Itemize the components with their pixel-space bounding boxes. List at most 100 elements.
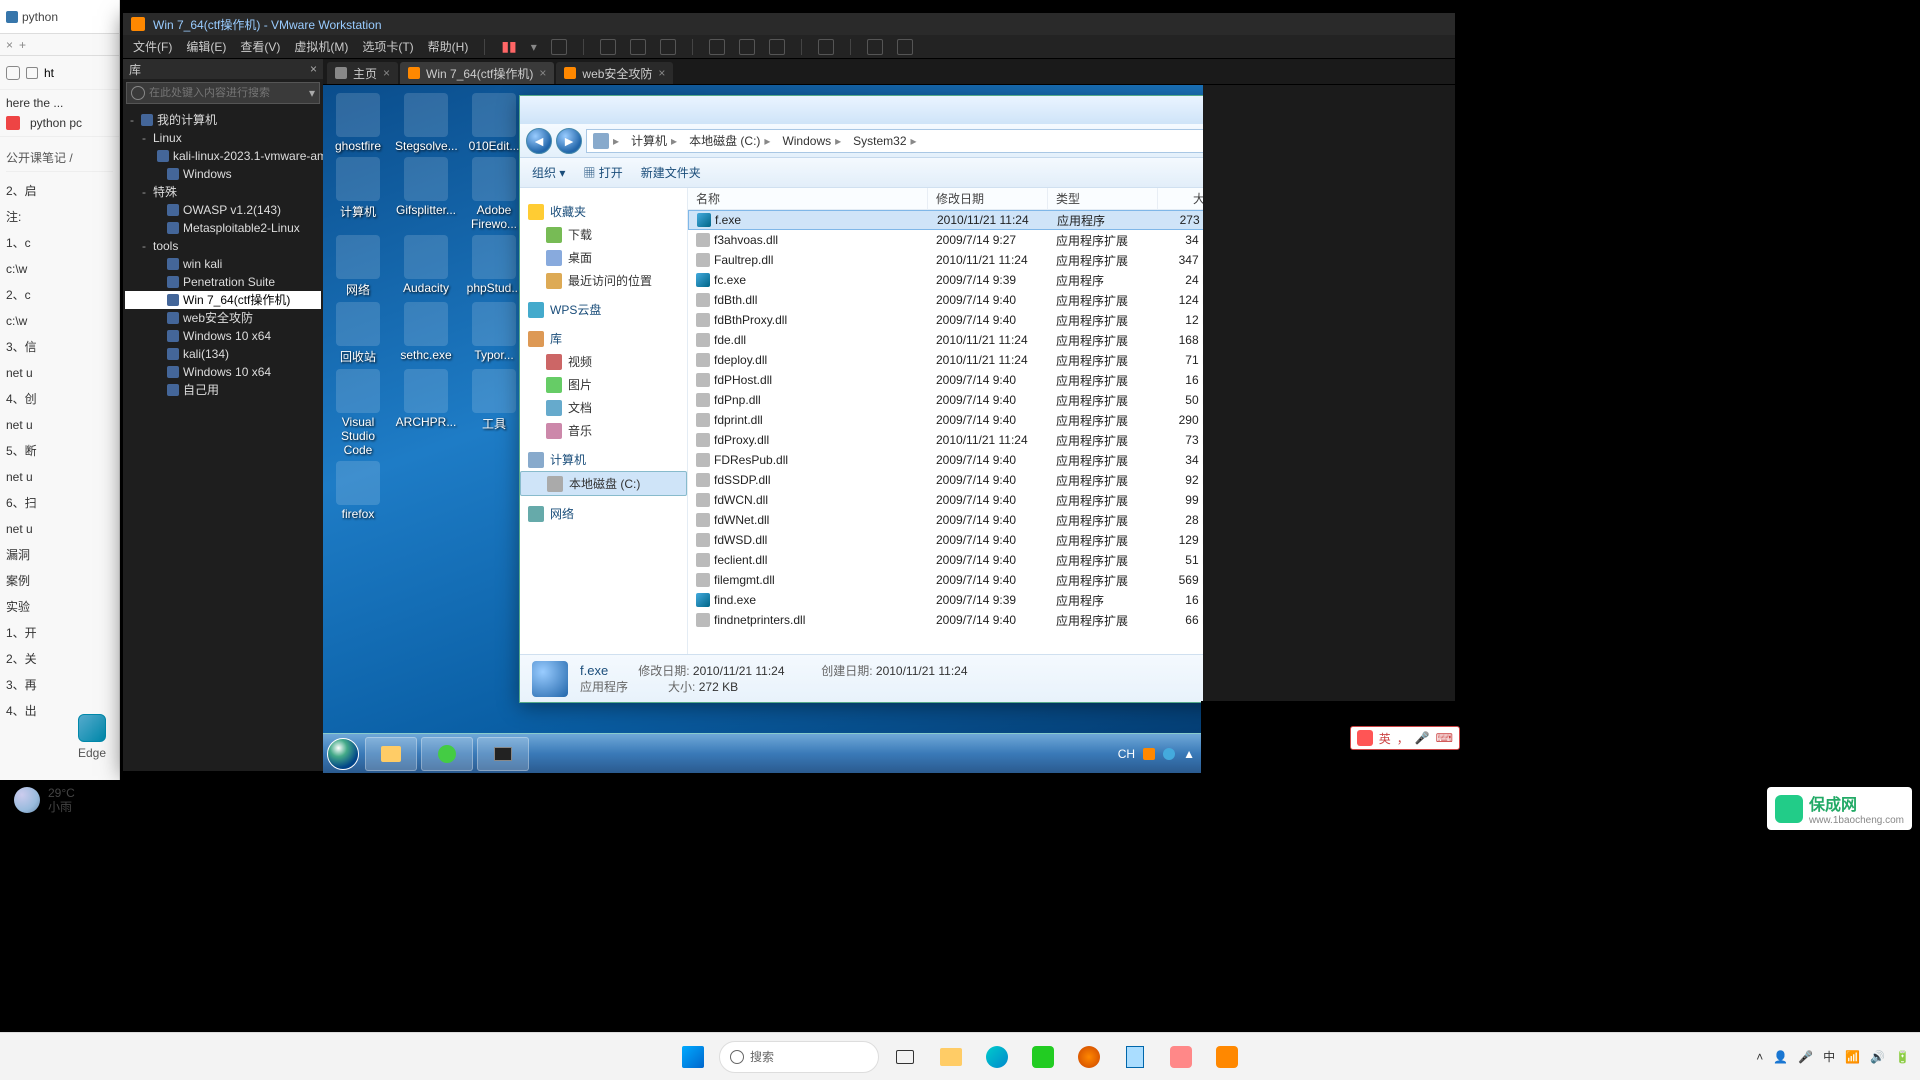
menu-help[interactable]: 帮助(H) xyxy=(428,38,469,55)
taskbar-explorer[interactable] xyxy=(365,737,417,771)
toolbar-icon[interactable] xyxy=(739,39,755,55)
host-tray[interactable]: ˄ 👤 🎤 中 📶 🔊 🔋 xyxy=(1756,1048,1910,1065)
start-button[interactable] xyxy=(323,734,363,774)
taskbar-cmd[interactable] xyxy=(477,737,529,771)
dropdown-icon[interactable]: ▾ xyxy=(305,86,319,100)
sidebar-libraries[interactable]: 库 xyxy=(520,327,687,350)
desktop-icon[interactable]: Adobe Firewo... xyxy=(463,157,525,231)
taskbar-wechat[interactable] xyxy=(1023,1037,1063,1077)
col-name[interactable]: 名称 xyxy=(688,188,928,209)
sidebar-computer[interactable]: 计算机 xyxy=(520,448,687,471)
close-tab-icon[interactable]: × xyxy=(6,38,13,52)
desktop-icon[interactable]: 网络 xyxy=(327,235,389,298)
toolbar-icon[interactable] xyxy=(867,39,883,55)
address-bar[interactable]: ht xyxy=(0,56,119,90)
file-row[interactable]: Faultrep.dll2010/11/21 11:24应用程序扩展347 KB xyxy=(688,250,1203,270)
tab-home[interactable]: 主页× xyxy=(327,62,398,84)
sidebar-documents[interactable]: 文档 xyxy=(520,396,687,419)
toolbar-icon[interactable] xyxy=(769,39,785,55)
sidebar-wps[interactable]: WPS云盘 xyxy=(520,298,687,321)
breadcrumb-seg[interactable]: 计算机▸ xyxy=(625,130,683,152)
tree-node[interactable]: Penetration Suite xyxy=(125,273,321,291)
file-row[interactable]: filemgmt.dll2009/7/14 9:40应用程序扩展569 KB xyxy=(688,570,1203,590)
sidebar-recent[interactable]: 最近访问的位置 xyxy=(520,269,687,292)
chevron-up-icon[interactable]: ˄ xyxy=(1756,1050,1763,1064)
sidebar-favorites[interactable]: 收藏夹 xyxy=(520,200,687,223)
desktop-icon[interactable]: 计算机 xyxy=(327,157,389,231)
bookmark-item[interactable]: here the ... xyxy=(6,96,63,110)
toolbar-icon[interactable] xyxy=(551,39,567,55)
tree-node[interactable]: -特殊 xyxy=(125,183,321,201)
weather-widget[interactable]: 29°C小雨 xyxy=(14,786,75,814)
col-type[interactable]: 类型 xyxy=(1048,188,1158,209)
tree-node[interactable]: Windows xyxy=(125,165,321,183)
new-tab-icon[interactable]: + xyxy=(19,38,26,52)
file-row[interactable]: fdPnp.dll2009/7/14 9:40应用程序扩展50 KB xyxy=(688,390,1203,410)
desktop-icon[interactable]: sethc.exe xyxy=(395,302,457,365)
sidebar-videos[interactable]: 视频 xyxy=(520,350,687,373)
sogou-ime-bar[interactable]: 英 ， 🎤 ⌨ xyxy=(1350,726,1460,750)
back-button[interactable]: ◄ xyxy=(526,128,552,154)
new-folder-button[interactable]: 新建文件夹 xyxy=(641,164,701,181)
file-row[interactable]: FDResPub.dll2009/7/14 9:40应用程序扩展34 KB xyxy=(688,450,1203,470)
system-tray[interactable]: CH ▲ xyxy=(1110,747,1203,761)
file-row[interactable]: fdWNet.dll2009/7/14 9:40应用程序扩展28 KB xyxy=(688,510,1203,530)
ime-keyboard-icon[interactable]: ⌨ xyxy=(1436,731,1453,745)
toolbar-icon[interactable] xyxy=(709,39,725,55)
ime-indicator[interactable]: CH xyxy=(1118,747,1135,761)
tree-node[interactable]: web安全攻防 xyxy=(125,309,321,327)
desktop-icon[interactable]: ghostfire xyxy=(327,93,389,153)
breadcrumb-seg[interactable]: Windows▸ xyxy=(776,130,847,152)
toolbar-icon[interactable] xyxy=(897,39,913,55)
tab-vm[interactable]: web安全攻防× xyxy=(556,62,673,84)
task-view[interactable] xyxy=(885,1037,925,1077)
ime-punct-icon[interactable]: ， xyxy=(1397,730,1409,747)
taskbar-browser[interactable] xyxy=(421,737,473,771)
desktop-icon[interactable]: 010Edit... xyxy=(463,93,525,153)
battery-icon[interactable]: 🔋 xyxy=(1895,1050,1910,1064)
col-size[interactable]: 大小 xyxy=(1158,188,1203,209)
file-row[interactable]: fdWSD.dll2009/7/14 9:40应用程序扩展129 KB xyxy=(688,530,1203,550)
wifi-icon[interactable]: 📶 xyxy=(1845,1050,1860,1064)
tree-node[interactable]: Win 7_64(ctf操作机) xyxy=(125,291,321,309)
file-row[interactable]: f.exe2010/11/21 11:24应用程序273 KB xyxy=(688,210,1203,230)
tree-node[interactable]: Windows 10 x64 xyxy=(125,327,321,345)
start-button[interactable] xyxy=(673,1037,713,1077)
file-row[interactable]: fdprint.dll2009/7/14 9:40应用程序扩展290 KB xyxy=(688,410,1203,430)
file-row[interactable]: fde.dll2010/11/21 11:24应用程序扩展168 KB xyxy=(688,330,1203,350)
tree-node[interactable]: kali(134) xyxy=(125,345,321,363)
taskbar-edge[interactable] xyxy=(977,1037,1017,1077)
tab-vm-active[interactable]: Win 7_64(ctf操作机)× xyxy=(400,62,554,84)
tree-node[interactable]: 自己用 xyxy=(125,381,321,399)
close-icon[interactable]: × xyxy=(539,66,546,80)
sidebar-network[interactable]: 网络 xyxy=(520,502,687,525)
edge-shortcut[interactable]: Edge xyxy=(70,714,114,760)
toolbar-icon[interactable] xyxy=(600,39,616,55)
desktop-icon[interactable]: Typor... xyxy=(463,302,525,365)
organize-menu[interactable]: 组织 ▾ xyxy=(532,164,565,181)
sidebar-drive-c[interactable]: 本地磁盘 (C:) xyxy=(520,471,687,496)
desktop-icon[interactable]: Gifsplitter... xyxy=(395,157,457,231)
close-icon[interactable]: × xyxy=(383,66,390,80)
file-row[interactable]: fdSSDP.dll2009/7/14 9:40应用程序扩展92 KB xyxy=(688,470,1203,490)
tree-node[interactable]: Metasploitable2-Linux xyxy=(125,219,321,237)
breadcrumb-seg[interactable]: 本地磁盘 (C:)▸ xyxy=(683,130,776,152)
taskbar-app[interactable] xyxy=(1161,1037,1201,1077)
open-button[interactable]: ▦ 打开 xyxy=(583,164,622,181)
close-panel-icon[interactable]: × xyxy=(310,62,317,76)
file-row[interactable]: fdBth.dll2009/7/14 9:40应用程序扩展124 KB xyxy=(688,290,1203,310)
taskbar-firefox[interactable] xyxy=(1069,1037,1109,1077)
guest-desktop[interactable]: ghostfireStegsolve...010Edit...计算机Gifspl… xyxy=(323,85,1203,773)
sidebar-desktop[interactable]: 桌面 xyxy=(520,246,687,269)
desktop-icon[interactable]: 回收站 xyxy=(327,302,389,365)
menu-edit[interactable]: 编辑(E) xyxy=(186,38,226,55)
ime-zh-icon[interactable]: 中 xyxy=(1823,1048,1835,1065)
file-row[interactable]: fdProxy.dll2010/11/21 11:24应用程序扩展73 KB xyxy=(688,430,1203,450)
menu-file[interactable]: 文件(F) xyxy=(133,38,172,55)
desktop-icon[interactable]: Stegsolve... xyxy=(395,93,457,153)
browser-tab[interactable]: python xyxy=(0,0,119,34)
pause-button[interactable]: ▮▮ xyxy=(501,38,516,55)
desktop-icon[interactable]: 工具 xyxy=(463,369,525,457)
tray-icon[interactable]: ▲ xyxy=(1183,747,1195,761)
volume-icon[interactable]: 🔊 xyxy=(1870,1050,1885,1064)
